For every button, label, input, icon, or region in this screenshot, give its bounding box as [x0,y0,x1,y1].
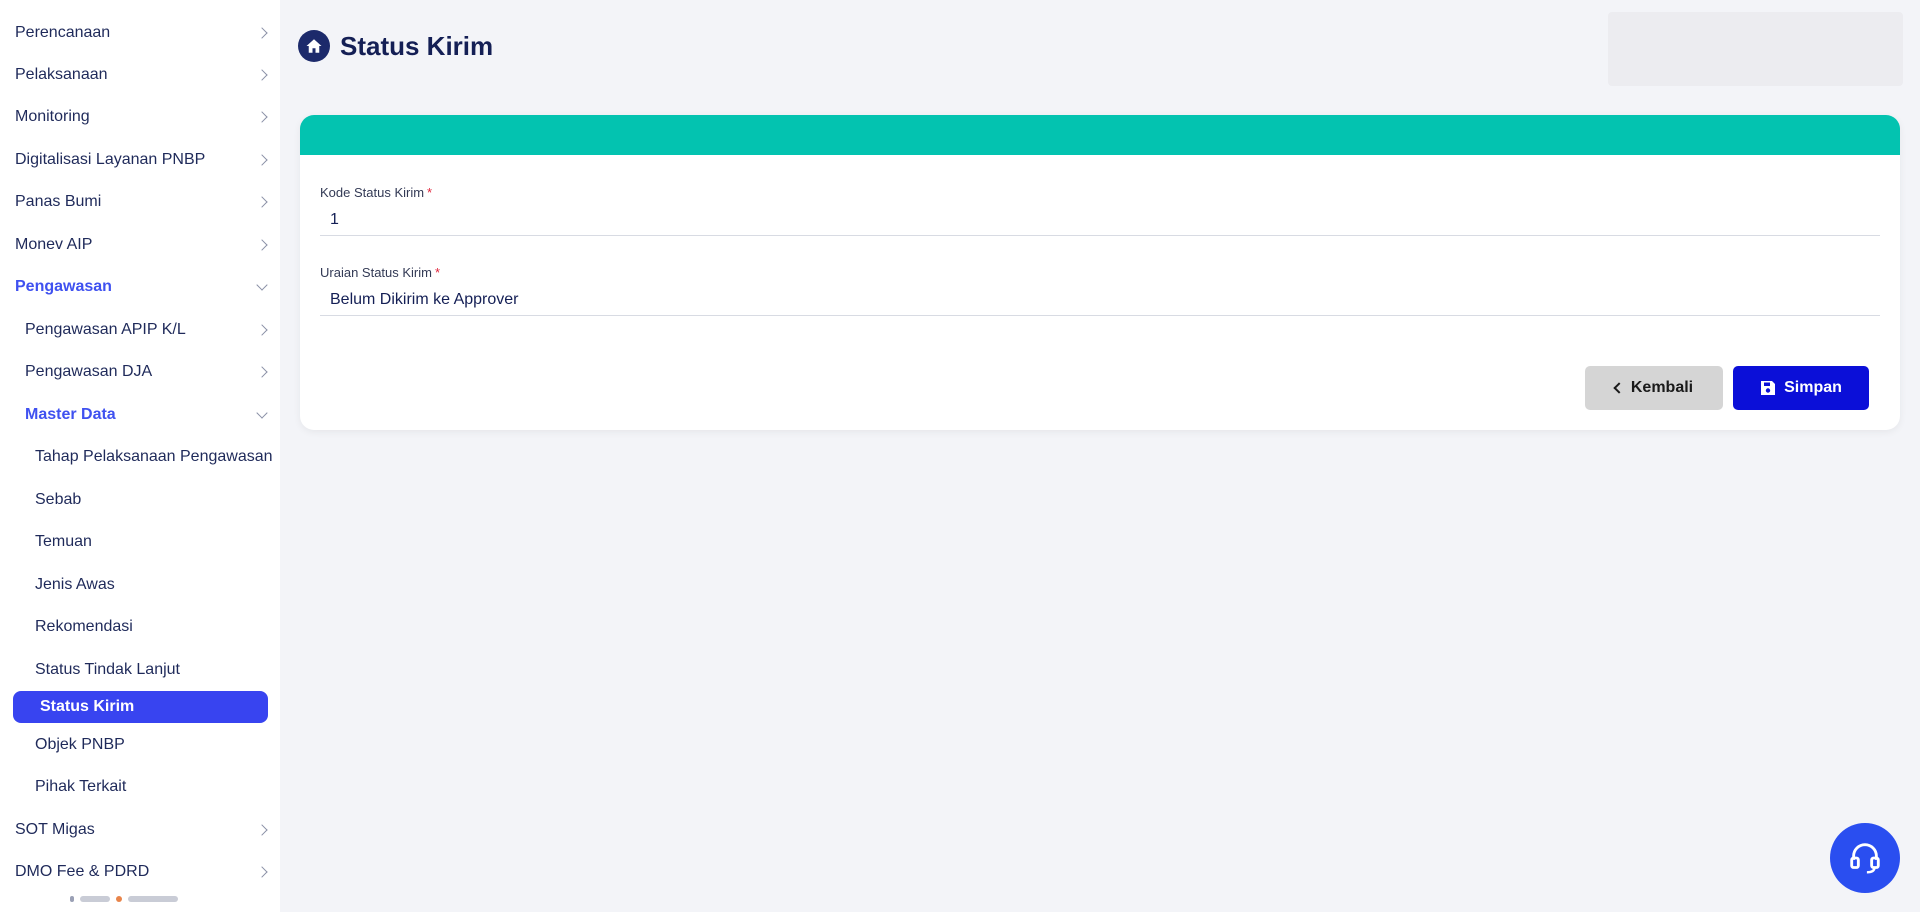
sidebar-item-pengawasan-dja[interactable]: Pengawasan DJA [0,355,280,389]
sidebar-item-label: Pengawasan [15,278,112,295]
sidebar-item-objek-pnbp[interactable]: Objek PNBP [0,728,280,762]
sidebar-item-label: DMO Fee & PDRD [15,863,150,880]
back-button-label: Kembali [1630,379,1694,396]
back-button[interactable]: Kembali [1585,366,1723,410]
sidebar-item-label: Pelaksanaan [15,66,108,83]
sidebar-item-pelaksanaan[interactable]: Pelaksanaan [0,58,280,92]
sidebar-logo [70,888,215,910]
sidebar-item-sot-migas[interactable]: SOT Migas [0,813,280,847]
required-mark: * [434,265,441,280]
sidebar-item-label: Sebab [35,491,82,508]
sidebar-item-master-data[interactable]: Master Data [0,398,280,432]
form-card: Kode Status Kirim* Uraian Status Kirim* … [300,115,1900,430]
page-title: Status Kirim [340,30,494,61]
user-profile-box[interactable] [1608,12,1903,86]
uraian-status-kirim-label-text: Uraian Status Kirim [320,265,432,280]
sidebar-item-label: Panas Bumi [15,193,102,210]
sidebar-item-monitoring[interactable]: Monitoring [0,100,280,134]
sidebar-item-pengawasan[interactable]: Pengawasan [0,270,280,304]
sidebar-item-label: Perencanaan [15,24,111,41]
sidebar-item-label: Objek PNBP [35,736,125,753]
sidebar-item-label: Pengawasan APIP K/L [25,321,186,338]
kode-status-kirim-label-text: Kode Status Kirim [320,185,425,200]
sidebar-item-rekomendasi[interactable]: Rekomendasi [0,610,280,644]
sidebar-item-label: Pihak Terkait [35,778,127,795]
kode-status-kirim-label: Kode Status Kirim * [320,185,432,200]
card-header-bar [300,115,1900,155]
sidebar-item-perencanaan[interactable]: Perencanaan [0,16,280,50]
sidebar-item-label: Rekomendasi [35,618,133,635]
sidebar-item-digitalisasi[interactable]: Digitalisasi Layanan PNBP [0,143,280,177]
sidebar-item-temuan[interactable]: Temuan [0,525,280,559]
sidebar-item-pengawasan-apip[interactable]: Pengawasan APIP K/L [0,313,280,347]
sidebar-item-label: Status Tindak Lanjut [35,661,180,678]
sidebar-item-label: Monitoring [15,108,90,125]
help-chat-button[interactable] [1830,823,1900,893]
save-button[interactable]: Simpan [1733,366,1869,410]
sidebar-item-monev-aip[interactable]: Monev AIP [0,228,280,262]
uraian-status-kirim-label: Uraian Status Kirim * [320,265,440,280]
sidebar-item-status-kirim[interactable]: Status Kirim [13,691,268,723]
kode-status-kirim-input[interactable] [320,204,1880,236]
home-icon[interactable] [298,30,330,62]
sidebar-item-sebab[interactable]: Sebab [0,483,280,517]
sidebar-item-panas-bumi[interactable]: Panas Bumi [0,185,280,219]
sidebar-item-label: Monev AIP [15,236,93,253]
sidebar-item-status-tindak-lanjut[interactable]: Status Tindak Lanjut [0,653,280,687]
sidebar-item-label: Jenis Awas [35,576,115,593]
page-header: Status Kirim [298,30,493,62]
required-mark: * [427,185,433,200]
sidebar-item-label: Tahap Pelaksanaan Pengawasan [35,448,273,465]
sidebar-item-jenis-awas[interactable]: Jenis Awas [0,568,280,602]
save-icon [1761,381,1776,395]
sidebar-item-dmo-fee[interactable]: DMO Fee & PDRD [0,855,280,889]
headset-icon [1850,843,1880,874]
sidebar-item-label: Status Kirim [40,698,135,715]
sidebar: Perencanaan Pelaksanaan Monitoring Digit… [0,0,280,912]
uraian-status-kirim-input[interactable] [320,284,1880,316]
sidebar-item-label: Pengawasan DJA [25,363,153,380]
sidebar-item-label: SOT Migas [15,821,95,838]
sidebar-item-label: Temuan [35,533,92,550]
sidebar-item-label: Digitalisasi Layanan PNBP [15,151,206,168]
save-button-label: Simpan [1784,379,1842,396]
sidebar-item-pihak-terkait[interactable]: Pihak Terkait [0,770,280,804]
sidebar-item-label: Master Data [25,406,116,423]
sidebar-item-tahap-pelaksanaan[interactable]: Tahap Pelaksanaan Pengawasan [0,440,280,474]
chevron-left-icon [1613,382,1625,394]
